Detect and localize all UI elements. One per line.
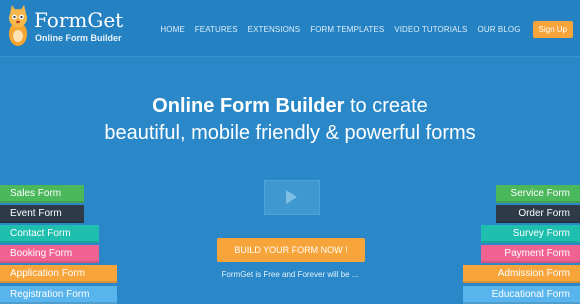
nav-our-blog[interactable]: OUR BLOG	[478, 25, 521, 34]
admission-form-button[interactable]: Admission Form	[463, 265, 580, 283]
top-navbar: FormGet Online Form Builder HOME FEATURE…	[0, 0, 580, 57]
hero-headline-bold: Online Form Builder	[152, 95, 345, 117]
hero-headline-rest: to create	[344, 95, 428, 117]
play-icon[interactable]	[286, 190, 297, 204]
educational-form-button[interactable]: Educational Form	[463, 286, 580, 304]
hero-subline: beautiful, mobile friendly & powerful fo…	[104, 122, 476, 144]
main-nav: HOME FEATURES EXTENSIONS FORM TEMPLATES …	[160, 21, 573, 38]
nav-features[interactable]: FEATURES	[195, 25, 238, 34]
sales-form-button[interactable]: Sales Form	[0, 185, 84, 203]
hero-headline: Online Form Builder to create	[0, 94, 580, 119]
application-form-button[interactable]: Application Form	[0, 265, 117, 283]
build-form-button[interactable]: BUILD YOUR FORM NOW !	[217, 238, 365, 262]
nav-video-tutorials[interactable]: VIDEO TUTORIALS	[394, 25, 467, 34]
nav-home[interactable]: HOME	[160, 25, 184, 34]
service-form-button[interactable]: Service Form	[496, 185, 580, 203]
signup-button[interactable]: Sign Up	[532, 21, 573, 38]
registration-form-button[interactable]: Registration Form	[0, 286, 117, 304]
formget-logo-icon[interactable]	[6, 4, 30, 48]
payment-form-button[interactable]: Payment Form	[481, 245, 580, 263]
nav-form-templates[interactable]: FORM TEMPLATES	[310, 25, 384, 34]
survey-form-button[interactable]: Survey Form	[481, 225, 580, 243]
nav-extensions[interactable]: EXTENSIONS	[248, 25, 301, 34]
brand-tagline: Online Form Builder	[35, 33, 122, 43]
contact-form-button[interactable]: Contact Form	[0, 225, 99, 243]
brand-name[interactable]: FormGet	[34, 8, 123, 32]
booking-form-button[interactable]: Booking Form	[0, 245, 99, 263]
event-form-button[interactable]: Event Form	[0, 205, 84, 223]
video-player[interactable]	[264, 180, 320, 215]
order-form-button[interactable]: Order Form	[496, 205, 580, 223]
